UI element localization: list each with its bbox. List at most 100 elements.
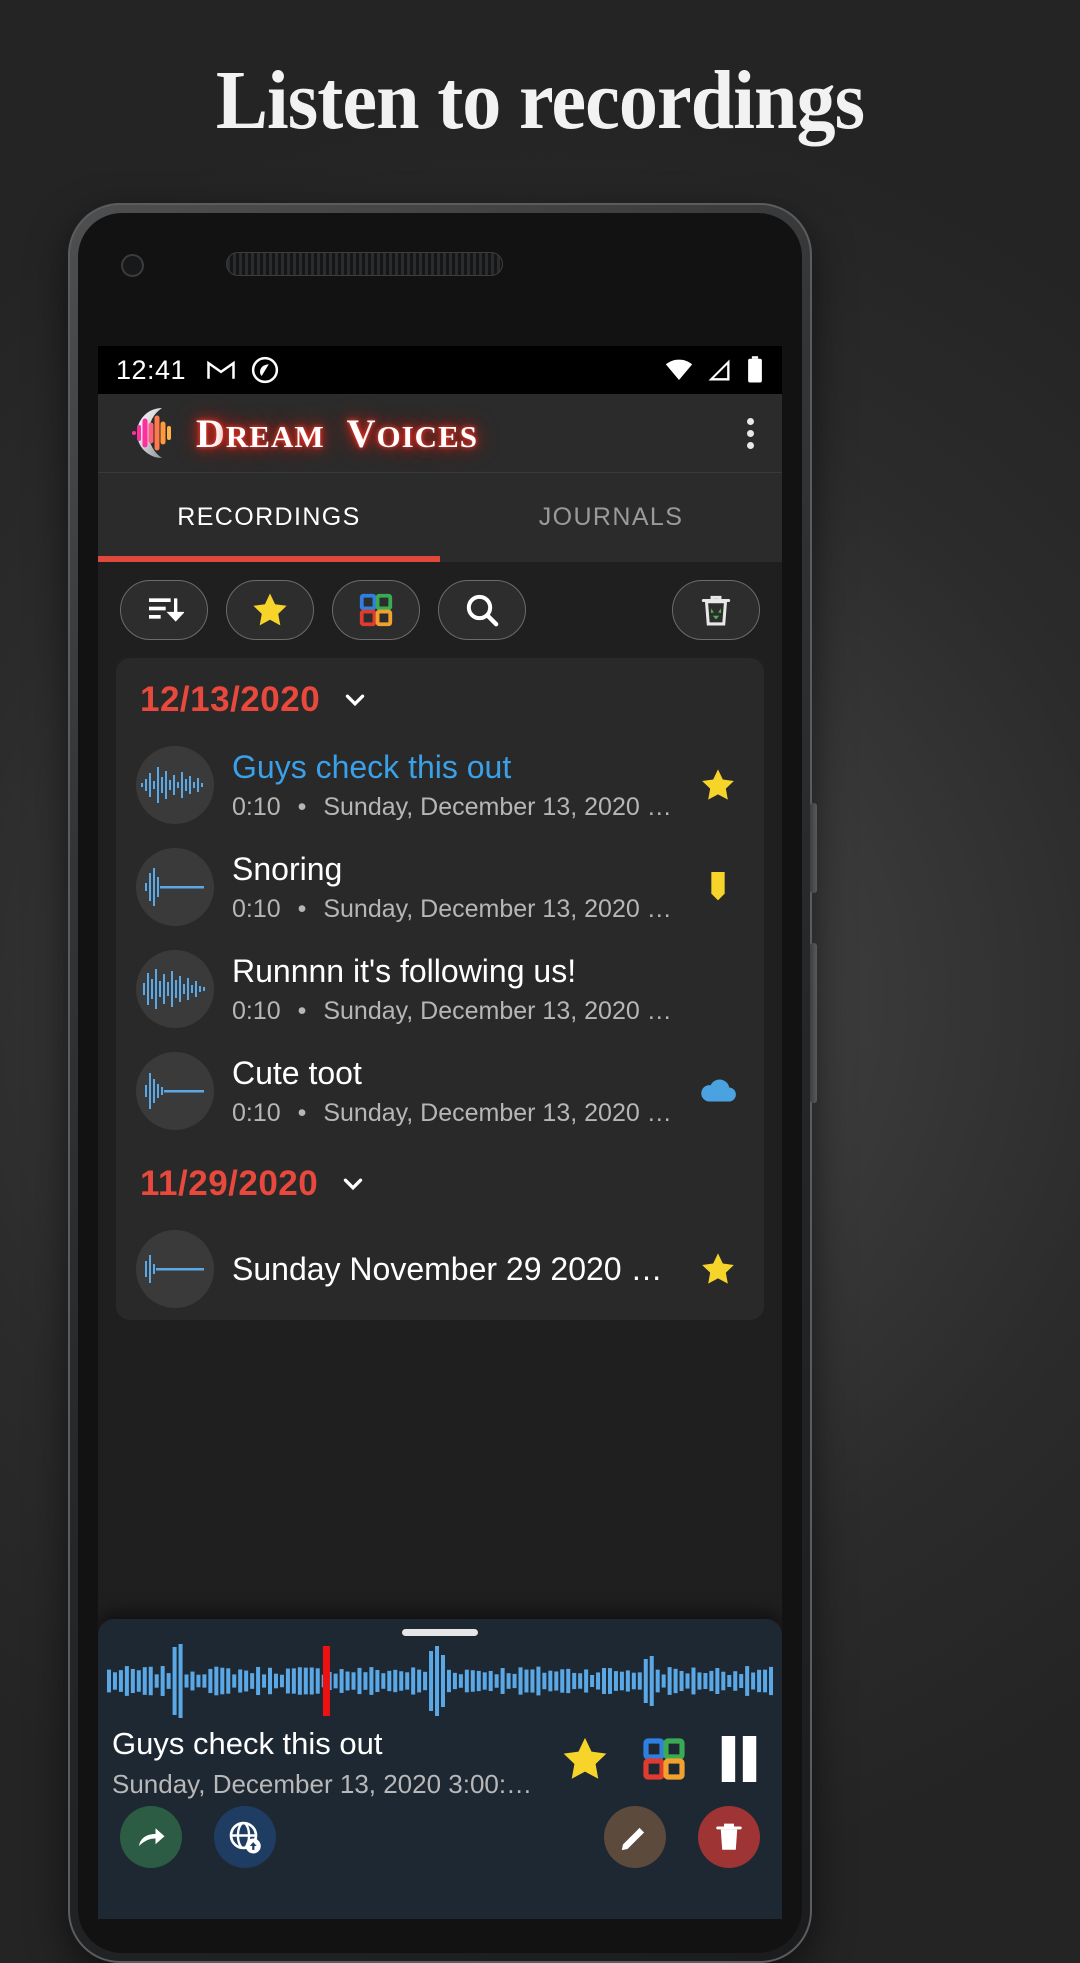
list-item-badge[interactable]: [692, 765, 744, 805]
list-item-badge[interactable]: [692, 867, 744, 907]
sort-descending-icon: [149, 598, 184, 622]
overflow-dot-icon: [747, 429, 754, 437]
search-button[interactable]: [438, 580, 526, 640]
list-item[interactable]: Snoring 0:10 • Sunday, December 13, 2020…: [116, 836, 764, 938]
earpiece-speaker: [227, 253, 502, 275]
list-item-badge[interactable]: [692, 1249, 744, 1289]
list-item-text: Snoring 0:10 • Sunday, December 13, 2020…: [232, 850, 674, 923]
upload-button[interactable]: [214, 1806, 276, 1868]
star-icon: [253, 593, 287, 626]
waveform-scrubber[interactable]: [106, 1642, 774, 1720]
meta-separator: •: [297, 1098, 307, 1127]
list-item-text: Cute toot 0:10 • Sunday, December 13, 20…: [232, 1054, 674, 1127]
category-grid-icon: [359, 593, 393, 627]
brand-word-one-cap: D: [196, 410, 226, 456]
list-item-text: Sunday November 29 2020 05.20.2…: [232, 1250, 674, 1288]
chevron-down-icon[interactable]: [342, 687, 368, 713]
share-arrow-icon: [139, 1828, 165, 1846]
recording-duration: 0:10: [232, 996, 281, 1025]
chevron-down-icon[interactable]: [340, 1171, 366, 1197]
moon-waveform-logo: [132, 408, 171, 458]
categories-button[interactable]: [332, 580, 420, 640]
pause-icon[interactable]: [716, 1732, 762, 1786]
tab-indicator: [98, 556, 440, 562]
recording-meta: 0:10 • Sunday, December 13, 2020 3:04:12…: [232, 895, 674, 924]
category-grid-icon[interactable]: [640, 1735, 688, 1783]
share-button[interactable]: [120, 1806, 182, 1868]
status-clock: 12:41: [116, 354, 187, 385]
gmail-icon: [207, 360, 235, 379]
recording-title: Runnnn it's following us!: [232, 953, 577, 990]
waveform-icon: [145, 1073, 204, 1109]
recording-duration: 0:10: [232, 792, 281, 821]
list-item[interactable]: Runnnn it's following us! 0:10 • Sunday,…: [116, 938, 764, 1040]
waveform-thumbnail: [136, 1230, 214, 1308]
phone-side-button-lower: [810, 943, 817, 1103]
list-item[interactable]: Cute toot 0:10 • Sunday, December 13, 20…: [116, 1040, 764, 1142]
sort-button[interactable]: [120, 580, 208, 640]
status-system-icons: [664, 355, 766, 385]
list-item-text: Runnnn it's following us! 0:10 • Sunday,…: [232, 952, 674, 1025]
player-timestamp: Sunday, December 13, 2020 3:00:…: [112, 1769, 533, 1799]
status-bar: 12:41: [98, 346, 782, 394]
brand-word-two-rest: OICES: [376, 418, 478, 454]
recycle-bin-button[interactable]: [672, 580, 760, 640]
overflow-dot-icon: [747, 441, 754, 449]
status-notification-icons: [206, 355, 280, 385]
tab-recordings[interactable]: RECORDINGS: [98, 473, 440, 562]
cloud-icon: [701, 1079, 736, 1102]
phone-side-button-upper: [810, 803, 817, 893]
waveform-icon: [141, 767, 203, 803]
player-texts: Guys check this out Sunday, December 13,…: [112, 1726, 548, 1800]
star-icon: [702, 1253, 734, 1284]
recording-meta: 0:10 • Sunday, December 13, 2020 4:47:27…: [232, 1099, 674, 1128]
waveform-icon: [145, 868, 204, 906]
recording-title: Guys check this out: [232, 749, 512, 786]
player-controls: [548, 1726, 768, 1786]
player-actions: [98, 1800, 782, 1868]
recording-timestamp: Sunday, December 13, 2020 3:17:41 AM: [323, 996, 674, 1025]
meta-separator: •: [297, 792, 307, 821]
recording-duration: 0:10: [232, 1098, 281, 1127]
app-logo: DREAM VOICES: [124, 404, 478, 462]
waveform-thumbnail: [136, 746, 214, 824]
player-waveform[interactable]: [98, 1642, 782, 1720]
list-item[interactable]: Guys check this out 0:10 • Sunday, Decem…: [116, 734, 764, 836]
favorites-filter-button[interactable]: [226, 580, 314, 640]
waveform-thumbnail: [136, 1052, 214, 1130]
sheet-drag-handle[interactable]: [402, 1629, 478, 1636]
overflow-menu-button[interactable]: [733, 410, 768, 457]
phone-screen: 12:41 DREAM VOICES RECORDINGS JOURNALS 1…: [98, 346, 782, 1919]
star-icon[interactable]: [558, 1732, 612, 1786]
list-item[interactable]: Sunday November 29 2020 05.20.2…: [116, 1218, 764, 1320]
recording-duration: 0:10: [232, 894, 281, 923]
assistant-icon: [251, 356, 279, 384]
recording-timestamp: Sunday, December 13, 2020 3:04:12 …: [323, 894, 674, 923]
app-title: DREAM VOICES: [196, 410, 478, 457]
filter-toolbar: [98, 562, 782, 658]
waveform-icon: [143, 969, 205, 1009]
tab-journals[interactable]: JOURNALS: [440, 473, 782, 562]
page-title: Listen to recordings: [215, 54, 865, 147]
date-group-header[interactable]: 11/29/2020: [116, 1142, 764, 1218]
edit-button[interactable]: [604, 1806, 666, 1868]
player-meta: Guys check this out Sunday, December 13,…: [98, 1720, 782, 1800]
tab-bar: RECORDINGS JOURNALS: [98, 472, 782, 562]
front-camera: [123, 256, 142, 275]
trash-icon: [716, 1823, 742, 1850]
list-item-badge[interactable]: [692, 1074, 744, 1108]
date-group-label: 12/13/2020: [140, 680, 321, 719]
recordings-list: 12/13/2020 Guys check this out 0:10 • Su…: [98, 658, 782, 1320]
date-group-header[interactable]: 12/13/2020: [116, 658, 764, 734]
app-bar: DREAM VOICES: [98, 394, 782, 472]
delete-button[interactable]: [698, 1806, 760, 1868]
globe-upload-icon: [229, 1821, 261, 1854]
waveform-icon: [145, 1255, 204, 1283]
trash-recycle-icon: [701, 595, 731, 626]
recording-title: Cute toot: [232, 1055, 362, 1092]
recording-timestamp: Sunday, December 13, 2020 4:47:27 …: [323, 1098, 674, 1127]
recording-title: Snoring: [232, 851, 343, 888]
player-panel: Guys check this out Sunday, December 13,…: [98, 1619, 782, 1919]
pencil-icon: [621, 1827, 645, 1851]
cell-signal-icon: [708, 359, 730, 381]
